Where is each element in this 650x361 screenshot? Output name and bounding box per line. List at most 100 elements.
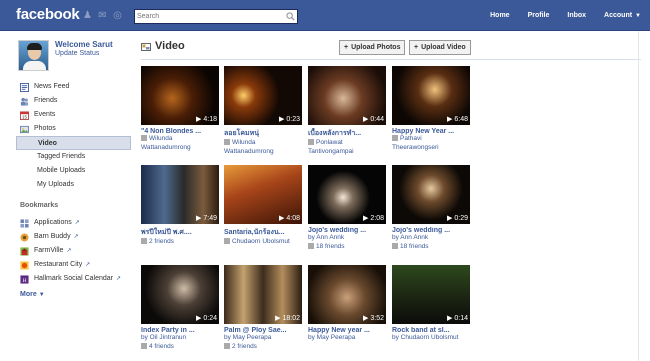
tag-icon bbox=[141, 238, 147, 245]
video-thumbnail[interactable]: ▶ 0:24 bbox=[141, 265, 219, 324]
video-meta-text[interactable]: Wattanadumrong bbox=[224, 148, 274, 155]
video-title[interactable]: Palm @ Ploy Sae... bbox=[224, 327, 302, 334]
video-meta-line: 18 friends bbox=[308, 243, 386, 252]
video-title[interactable]: Jojo's wedding ... bbox=[392, 227, 470, 234]
video-thumbnail[interactable]: ▶ 0:44 bbox=[308, 66, 386, 125]
video-thumbnail[interactable]: ▶ 2:08 bbox=[308, 165, 386, 224]
video-owner[interactable]: by May Peerapa bbox=[308, 334, 355, 341]
video-title[interactable]: Happy New Year ... bbox=[392, 128, 470, 135]
video-tile[interactable]: ▶ 6:48 Happy New Year ... Pathavi Theerawon… bbox=[392, 66, 470, 152]
video-owner[interactable]: by Ann Annk bbox=[392, 234, 428, 241]
video-meta-line: 2 friends bbox=[224, 343, 302, 352]
nav-account[interactable]: Account ▼ bbox=[595, 0, 650, 32]
video-meta-text[interactable]: 4 friends bbox=[149, 343, 174, 350]
video-thumbnail[interactable]: ▶ 7:49 bbox=[141, 165, 219, 224]
search-input[interactable] bbox=[137, 11, 285, 22]
video-tile[interactable]: ▶ 0:44 เบื้องหลังการทำ... Ponlawat Tantivon… bbox=[308, 66, 386, 156]
video-tile[interactable]: ▶ 18:02 Palm @ Ploy Sae... by May Peerapa 2… bbox=[224, 265, 302, 351]
video-tile[interactable]: ▶ 7:49 พรปีใหม่ปี พ.ศ.... 2 friends bbox=[141, 165, 219, 247]
video-thumbnail[interactable]: ▶ 18:02 bbox=[224, 265, 302, 324]
video-title[interactable]: Rock band at sl... bbox=[392, 327, 470, 334]
video-thumbnail[interactable]: ▶ 4:18 bbox=[141, 66, 219, 125]
video-meta-text[interactable]: Theerawongseri bbox=[392, 144, 439, 151]
video-meta-text[interactable]: 2 friends bbox=[232, 343, 257, 350]
sidebar-item-friends[interactable]: Friends bbox=[16, 94, 131, 108]
video-meta-line: 2 friends bbox=[141, 238, 219, 247]
nav-profile[interactable]: Profile bbox=[519, 0, 559, 31]
more-link[interactable]: More ▼ bbox=[16, 288, 131, 302]
upload-video-button[interactable]: + Upload Video bbox=[409, 40, 471, 55]
video-owner[interactable]: Chudaorn Ubolsmut bbox=[232, 238, 290, 245]
bookmark-restaurant-city[interactable]: Restaurant City ↗ bbox=[16, 258, 131, 272]
video-title[interactable]: ลอยโคมหนุ่ bbox=[224, 128, 302, 139]
bookmark-applications[interactable]: Applications ↗ bbox=[16, 216, 131, 230]
welcome-text[interactable]: Welcome Sarut bbox=[55, 40, 113, 49]
search-icon[interactable] bbox=[286, 12, 295, 21]
video-owner[interactable]: Ponlawat bbox=[316, 139, 343, 146]
duration-text: 0:14 bbox=[454, 315, 468, 322]
video-owner[interactable]: by Ann Annk bbox=[308, 234, 344, 241]
sidebar-item-my-uploads[interactable]: My Uploads bbox=[16, 178, 131, 192]
video-thumbnail[interactable]: ▶ 0:14 bbox=[392, 265, 470, 324]
nav-account-label: Account bbox=[604, 11, 633, 19]
bookmark-label: Barn Buddy bbox=[34, 233, 71, 240]
video-title[interactable]: Santaria,นักร้องน... bbox=[224, 227, 302, 238]
sidebar-item-tagged-friends[interactable]: Tagged Friends bbox=[16, 150, 131, 164]
video-meta-text[interactable]: 18 friends bbox=[316, 243, 345, 250]
facebook-logo[interactable]: facebook bbox=[16, 6, 80, 23]
nav-home[interactable]: Home bbox=[481, 0, 518, 31]
video-tile[interactable]: ▶ 3:52 Happy New year ... by May Peerapa bbox=[308, 265, 386, 343]
update-status-link[interactable]: Update Status bbox=[55, 50, 99, 57]
friend-requests-icon[interactable]: ♟ bbox=[82, 10, 93, 21]
bookmark-barn-buddy[interactable]: Barn Buddy ↗ bbox=[16, 230, 131, 244]
sidebar-item-label: News Feed bbox=[34, 83, 70, 90]
messages-icon[interactable]: ✉ bbox=[97, 10, 108, 21]
sidebar-item-mobile-uploads[interactable]: Mobile Uploads bbox=[16, 164, 131, 178]
video-tile[interactable]: ▶ 0:23 ลอยโคมหนุ่ Wilunda Wattanadumrong bbox=[224, 66, 302, 156]
video-owner[interactable]: Wilunda bbox=[149, 135, 172, 142]
sidebar-item-events[interactable]: 15 Events bbox=[16, 108, 131, 122]
video-thumbnail[interactable]: ▶ 3:52 bbox=[308, 265, 386, 324]
video-thumbnail[interactable]: ▶ 0:23 bbox=[224, 66, 302, 125]
video-thumbnail[interactable]: ▶ 6:48 bbox=[392, 66, 470, 125]
video-thumbnail[interactable]: ▶ 0:29 bbox=[392, 165, 470, 224]
video-owner[interactable]: by May Peerapa bbox=[224, 334, 271, 341]
video-title[interactable]: เบื้องหลังการทำ... bbox=[308, 128, 386, 139]
video-owner[interactable]: by Chudaorn Ubolsmut bbox=[392, 334, 458, 341]
video-tile[interactable]: ▶ 4:18 "4 Non Blondes ... Wilunda Wattanadu… bbox=[141, 66, 219, 152]
video-title[interactable]: "4 Non Blondes ... bbox=[141, 128, 219, 135]
video-title[interactable]: Index Party in ... bbox=[141, 327, 219, 334]
avatar[interactable] bbox=[18, 40, 49, 71]
video-tile[interactable]: ▶ 4:08 Santaria,นักร้องน... Chudaorn Ubols… bbox=[224, 165, 302, 247]
scrollbar-track[interactable] bbox=[638, 31, 639, 361]
video-tile[interactable]: ▶ 2:08 Jojo's wedding ... by Ann Annk 18 fr… bbox=[308, 165, 386, 251]
video-owner[interactable]: Pathavi bbox=[400, 135, 422, 142]
video-thumbnail[interactable]: ▶ 4:08 bbox=[224, 165, 302, 224]
video-meta-line: by Oil Jintranun bbox=[141, 334, 219, 343]
duration-text: 0:23 bbox=[286, 116, 300, 123]
video-owner[interactable]: 2 friends bbox=[149, 238, 174, 245]
video-title[interactable]: Happy New year ... bbox=[308, 327, 386, 334]
video-tile[interactable]: ▶ 0:24 Index Party in ... by Oil Jintranun… bbox=[141, 265, 219, 351]
video-meta-text[interactable]: 18 friends bbox=[400, 243, 429, 250]
search-box[interactable] bbox=[134, 9, 298, 24]
sidebar-item-photos[interactable]: Photos bbox=[16, 122, 131, 136]
upload-photos-button[interactable]: + Upload Photos bbox=[339, 40, 406, 55]
video-tile[interactable]: ▶ 0:29 Jojo's wedding ... by Ann Annk 18 fr… bbox=[392, 165, 470, 251]
video-title[interactable]: Jojo's wedding ... bbox=[308, 227, 386, 234]
duration-text: 0:44 bbox=[370, 116, 384, 123]
calendar-icon: 15 bbox=[20, 111, 29, 120]
notifications-globe-icon[interactable]: ◎ bbox=[112, 10, 123, 21]
video-tile[interactable]: ▶ 0:14 Rock band at sl... by Chudaorn Ubol… bbox=[392, 265, 470, 343]
sidebar-item-news-feed[interactable]: News Feed bbox=[16, 80, 131, 94]
video-owner[interactable]: by Oil Jintranun bbox=[141, 334, 186, 341]
bookmark-hallmark-social-calendar[interactable]: H Hallmark Social Calendar ↗ bbox=[16, 272, 131, 286]
bookmark-farmville[interactable]: FarmVille ↗ bbox=[16, 244, 131, 258]
nav-inbox[interactable]: Inbox bbox=[558, 0, 595, 31]
video-owner[interactable]: Wilunda bbox=[232, 139, 255, 146]
video-meta-text[interactable]: Wattanadumrong bbox=[141, 144, 191, 151]
sidebar-item-video[interactable]: Video bbox=[16, 136, 131, 150]
video-title[interactable]: พรปีใหม่ปี พ.ศ.... bbox=[141, 227, 219, 238]
video-meta-text[interactable]: Tantivongampai bbox=[308, 148, 354, 155]
external-link-icon: ↗ bbox=[74, 220, 80, 226]
